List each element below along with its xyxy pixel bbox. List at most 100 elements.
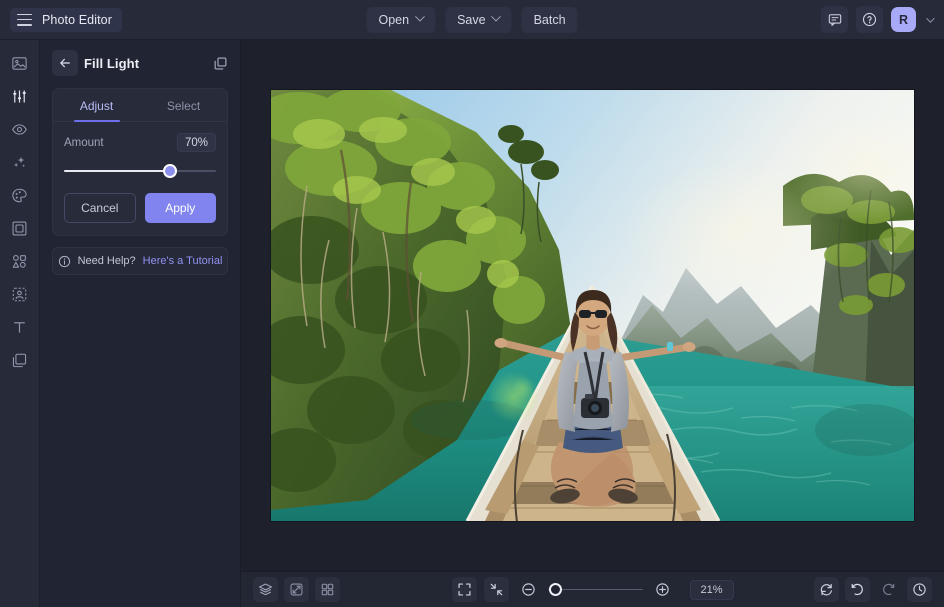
shapes-icon <box>12 254 26 268</box>
top-center-actions: Open Save Batch <box>366 6 578 33</box>
info-circle-icon <box>58 255 70 267</box>
undo-icon <box>851 583 863 596</box>
layers-panel-button[interactable] <box>253 577 278 602</box>
tab-adjust[interactable]: Adjust <box>53 89 140 121</box>
zoom-controls: 21% <box>451 577 734 602</box>
tutorial-text: Need Help? <box>77 255 136 267</box>
tool-rail <box>0 40 40 607</box>
top-bar: Photo Editor Open Save Batch R <box>0 0 944 40</box>
rail-item-frames[interactable] <box>5 217 35 239</box>
open-button[interactable]: Open <box>366 6 436 33</box>
layers-stack-icon <box>258 583 273 596</box>
adjust-card: Adjust Select Amount 70% Cancel Apply <box>52 88 228 236</box>
edited-photo[interactable] <box>271 90 914 521</box>
open-label: Open <box>378 12 410 27</box>
batch-button[interactable]: Batch <box>521 6 578 33</box>
photo-editor-app: Photo Editor Open Save Batch R Fill Ligh… <box>0 0 944 607</box>
amount-label: Amount <box>64 136 104 149</box>
amount-field: Amount 70% <box>53 122 227 179</box>
actual-size-button[interactable] <box>483 577 509 602</box>
zoom-value[interactable]: 21% <box>689 579 734 600</box>
help-button[interactable] <box>856 6 883 33</box>
avatar[interactable]: R <box>891 7 916 32</box>
help-circle-icon <box>862 12 877 27</box>
hamburger-menu-icon[interactable] <box>17 13 32 26</box>
rail-item-cutout[interactable] <box>5 283 35 305</box>
back-button[interactable] <box>52 50 78 76</box>
save-label: Save <box>457 12 486 27</box>
sparkles-icon <box>13 156 26 167</box>
chevron-down-icon <box>491 11 502 22</box>
palette-icon <box>12 188 27 202</box>
amount-row: Amount 70% <box>64 133 216 152</box>
grid-view-button[interactable] <box>315 577 340 602</box>
history-icon <box>913 583 926 596</box>
tutorial-banner[interactable]: Need Help? Here's a Tutorial <box>52 247 228 275</box>
zoom-in-icon <box>655 583 669 596</box>
bottom-bar: 21% <box>241 571 944 607</box>
rail-item-retouch[interactable] <box>5 184 35 206</box>
account-chevron-down-icon[interactable] <box>926 13 935 23</box>
reset-button[interactable] <box>814 577 839 602</box>
adjust-sliders-icon <box>13 89 26 103</box>
redo-button[interactable] <box>876 577 901 602</box>
text-icon <box>14 321 25 333</box>
tab-select[interactable]: Select <box>140 89 227 121</box>
amount-value[interactable]: 70% <box>176 133 216 152</box>
save-button[interactable]: Save <box>445 6 512 33</box>
photo-render <box>271 90 914 521</box>
eye-icon <box>12 123 27 135</box>
chevron-down-icon <box>414 11 425 22</box>
zoom-out-button[interactable] <box>515 577 540 602</box>
amount-slider-thumb[interactable] <box>163 164 178 178</box>
zoom-in-button[interactable] <box>649 577 674 602</box>
rail-item-elements[interactable] <box>5 250 35 272</box>
app-menu-button[interactable]: Photo Editor <box>10 7 122 32</box>
rail-item-text[interactable] <box>5 316 35 338</box>
panel-header: Fill Light <box>52 40 228 86</box>
panel-title: Fill Light <box>84 55 140 71</box>
rail-item-layers[interactable] <box>5 349 35 371</box>
image-icon <box>12 56 27 70</box>
bottom-left-tools <box>253 577 340 602</box>
feedback-chat-button[interactable] <box>821 6 848 33</box>
rail-item-effects[interactable] <box>5 118 35 140</box>
app-title: Photo Editor <box>42 12 112 27</box>
feedback-chat-icon <box>828 13 841 26</box>
amount-slider[interactable] <box>64 163 216 179</box>
layers-icon <box>12 353 27 367</box>
zoom-out-icon <box>521 583 535 596</box>
panel-actions: Cancel Apply <box>53 179 227 223</box>
rail-item-adjust[interactable] <box>5 85 35 107</box>
panel-tabs: Adjust Select <box>53 89 227 122</box>
top-right-actions: R <box>821 6 935 33</box>
grid-view-icon <box>321 583 334 596</box>
transform-flip-icon <box>290 583 303 596</box>
duplicate-button[interactable] <box>213 56 228 71</box>
zoom-slider-thumb[interactable] <box>549 582 563 596</box>
zoom-slider[interactable] <box>547 582 643 597</box>
actual-size-icon <box>490 583 502 596</box>
apply-button[interactable]: Apply <box>144 193 216 223</box>
frame-icon <box>12 221 27 235</box>
fit-to-screen-button[interactable] <box>451 577 477 602</box>
cancel-button[interactable]: Cancel <box>64 193 136 223</box>
rail-item-image[interactable] <box>5 52 35 74</box>
batch-label: Batch <box>533 12 566 27</box>
arrow-left-icon <box>60 58 70 68</box>
fit-to-screen-icon <box>457 583 471 596</box>
app-body: Fill Light Adjust Select Amount 70% Canc… <box>0 40 944 607</box>
transform-button[interactable] <box>284 577 309 602</box>
history-button[interactable] <box>907 577 932 602</box>
undo-button[interactable] <box>845 577 870 602</box>
reset-icon <box>820 583 832 596</box>
tutorial-link[interactable]: Here's a Tutorial <box>143 255 223 267</box>
cutout-icon <box>12 287 27 301</box>
canvas-viewport[interactable] <box>241 40 944 571</box>
amount-slider-fill <box>64 170 171 172</box>
tool-panel: Fill Light Adjust Select Amount 70% Canc… <box>40 40 241 607</box>
rail-item-enhance[interactable] <box>5 151 35 173</box>
duplicate-layers-icon <box>214 57 227 69</box>
bottom-right-tools <box>814 577 932 602</box>
redo-icon <box>883 583 895 596</box>
